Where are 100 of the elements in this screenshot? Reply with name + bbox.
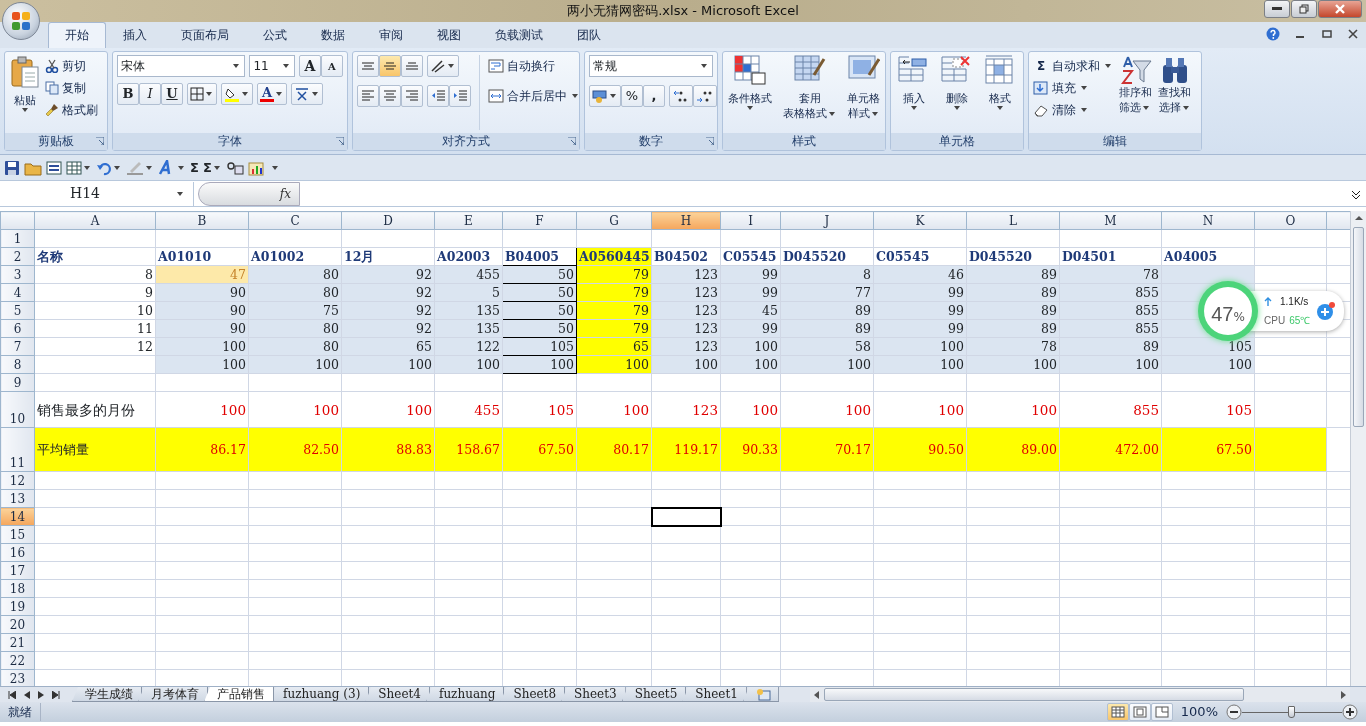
underline-button[interactable]: U <box>161 83 183 105</box>
ribbon-tab[interactable]: 开始 <box>48 22 106 48</box>
new-sheet-button[interactable] <box>742 687 779 702</box>
print-preview-button[interactable] <box>66 159 92 176</box>
orientation-button[interactable] <box>427 55 459 77</box>
column-header[interactable]: N <box>1161 211 1255 230</box>
first-sheet-icon[interactable] <box>8 690 16 699</box>
page-break-button[interactable] <box>1150 703 1173 721</box>
align-left-button[interactable] <box>357 85 379 107</box>
zoom-slider[interactable] <box>1242 706 1342 718</box>
zoom-out-icon[interactable] <box>1226 704 1242 720</box>
increase-decimal-button[interactable] <box>669 85 693 107</box>
align-right-button[interactable] <box>401 85 423 107</box>
vertical-scrollbar[interactable] <box>1350 211 1366 686</box>
font-name-field[interactable]: 宋体 <box>117 55 246 77</box>
currency-button[interactable] <box>589 85 621 107</box>
sort-filter-button[interactable]: 排序和 筛选 <box>1117 55 1153 130</box>
align-top-button[interactable] <box>357 55 379 77</box>
column-header[interactable]: E <box>434 211 503 230</box>
decrease-decimal-button[interactable] <box>693 85 717 107</box>
zoom-level[interactable]: 100% <box>1180 702 1218 722</box>
ribbon-tab[interactable]: 插入 <box>106 22 164 48</box>
scroll-thumb[interactable] <box>1353 227 1364 427</box>
selected-cell[interactable] <box>651 507 721 526</box>
percent-button[interactable]: % <box>621 85 643 107</box>
column-header[interactable]: L <box>966 211 1060 230</box>
merge-center-button[interactable]: 合并后居中 <box>488 85 580 107</box>
ribbon-tab[interactable]: 视图 <box>420 22 478 48</box>
dialog-launcher-icon[interactable] <box>96 137 104 145</box>
fill-color-button[interactable] <box>221 83 253 105</box>
column-header[interactable]: C <box>248 211 342 230</box>
sheet-tab[interactable]: Sheet3 <box>561 687 626 702</box>
name-box[interactable]: H14 <box>0 181 194 206</box>
align-center-button[interactable] <box>379 85 401 107</box>
insert-function-button[interactable]: fx <box>198 181 300 206</box>
normal-view-button[interactable] <box>1106 703 1129 721</box>
column-header[interactable]: I <box>720 211 781 230</box>
italic-button[interactable]: I <box>139 83 161 105</box>
phonetic-button[interactable] <box>291 83 323 105</box>
horizontal-scrollbar[interactable] <box>810 687 1350 702</box>
spelling-icon[interactable] <box>225 159 244 176</box>
sum-button[interactable]: Σ <box>190 157 199 178</box>
sheet-tab[interactable]: Sheet8 <box>500 687 566 702</box>
paste-button[interactable]: 粘贴 <box>9 55 41 130</box>
dialog-launcher-icon[interactable] <box>336 137 344 145</box>
row-header[interactable]: 10 <box>0 391 35 428</box>
clear-button[interactable]: 清除 <box>1033 99 1113 121</box>
column-header[interactable]: B <box>155 211 249 230</box>
next-sheet-icon[interactable] <box>38 690 44 699</box>
column-header[interactable]: J <box>780 211 874 230</box>
cut-button[interactable]: 剪切 <box>45 55 98 77</box>
maximize-button[interactable] <box>1291 0 1317 18</box>
sheet-tab[interactable]: 学生成绩 <box>72 687 142 702</box>
scroll-thumb[interactable] <box>824 688 1244 701</box>
comma-button[interactable]: , <box>643 85 665 107</box>
ribbon-tab[interactable]: 页面布局 <box>164 22 246 48</box>
cell-styles-button[interactable]: 单元格 样式 <box>846 55 881 130</box>
ribbon-tab[interactable]: 负载测试 <box>478 22 560 48</box>
ribbon-tab[interactable]: 团队 <box>560 22 618 48</box>
dialog-launcher-icon[interactable] <box>706 137 714 145</box>
sheet-tab[interactable]: 产品销售 <box>204 687 274 702</box>
add-button[interactable] <box>1316 301 1337 321</box>
increase-indent-button[interactable] <box>449 85 471 107</box>
sheet-tab[interactable]: Sheet4 <box>365 687 430 702</box>
ribbon-tab[interactable]: 公式 <box>246 22 304 48</box>
decrease-indent-button[interactable] <box>427 85 449 107</box>
font-size-field[interactable]: 11 <box>249 55 295 77</box>
last-sheet-icon[interactable] <box>52 690 60 699</box>
delete-cells-button[interactable]: 删除 <box>940 55 974 130</box>
column-header[interactable]: G <box>576 211 652 230</box>
column-header[interactable]: M <box>1059 211 1162 230</box>
number-format-field[interactable]: 常规 <box>589 55 713 77</box>
sheet-tab[interactable]: Sheet1 <box>682 687 747 702</box>
office-button[interactable] <box>2 2 40 40</box>
sheet-tab[interactable]: 月考体育 <box>138 687 208 702</box>
format-painter-button[interactable]: 格式刷 <box>45 99 98 121</box>
previous-sheet-icon[interactable] <box>24 690 30 699</box>
ribbon-tab[interactable]: 审阅 <box>362 22 420 48</box>
wrap-text-button[interactable]: 自动换行 <box>488 55 580 77</box>
ribbon-tab[interactable]: 数据 <box>304 22 362 48</box>
help-icon[interactable] <box>1266 27 1280 41</box>
zoom-in-icon[interactable] <box>1342 704 1358 720</box>
borders-button[interactable] <box>187 83 217 105</box>
copy-button[interactable]: 复制 <box>45 77 98 99</box>
chart-icon[interactable] <box>247 159 266 176</box>
restore-icon[interactable] <box>1322 29 1332 39</box>
close-icon[interactable] <box>1348 29 1358 39</box>
find-select-button[interactable]: 查找和 选择 <box>1157 55 1192 130</box>
sum-menu-button[interactable]: Σ <box>202 157 222 178</box>
format-cells-button[interactable]: 格式 <box>982 55 1017 130</box>
text-effect-button[interactable] <box>158 159 186 176</box>
fill-button[interactable]: 填充 <box>1033 77 1113 99</box>
sheet-tab[interactable]: Sheet5 <box>621 687 687 702</box>
align-bottom-button[interactable] <box>401 55 423 77</box>
shrink-font-button[interactable]: A <box>321 55 343 77</box>
slider-thumb[interactable] <box>1288 706 1295 718</box>
insert-cells-button[interactable]: 插入 <box>897 55 932 130</box>
font-color-button[interactable]: A <box>257 83 287 105</box>
autosum-button[interactable]: Σ 自动求和 <box>1033 55 1113 77</box>
conditional-formatting-button[interactable]: 条件格式 <box>727 55 773 130</box>
